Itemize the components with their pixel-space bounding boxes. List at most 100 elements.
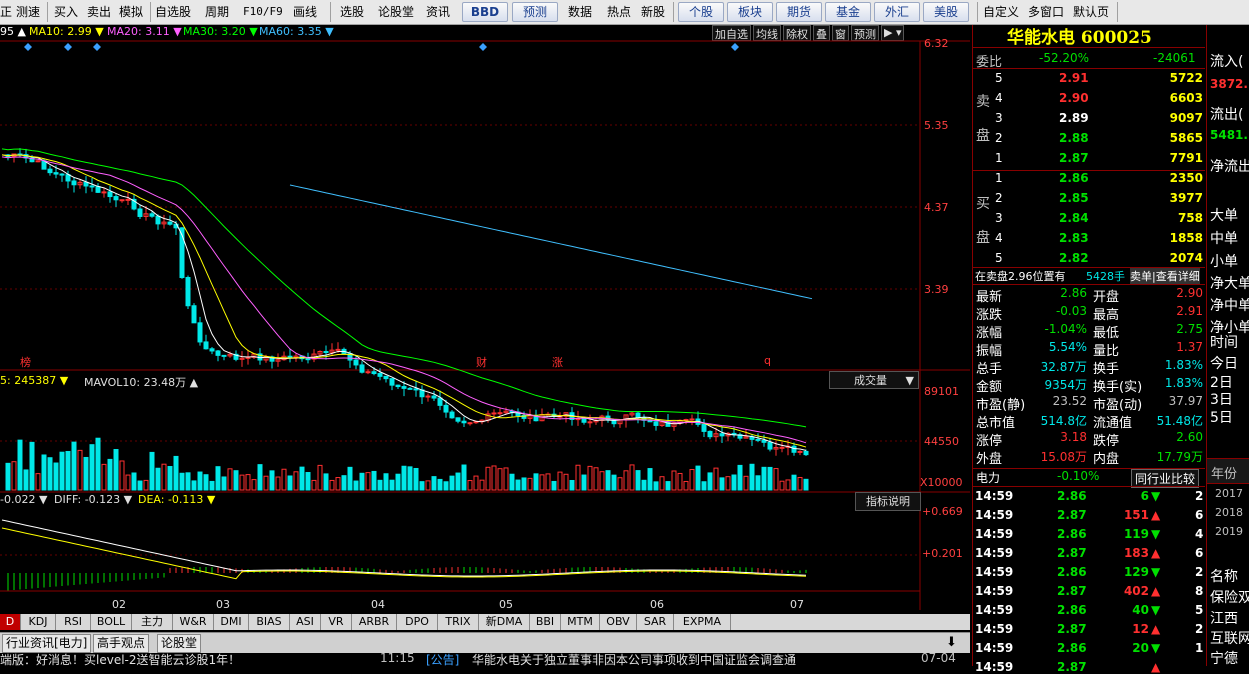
event-marker[interactable]: q [764, 354, 771, 367]
buy-price[interactable]: 2.86 [1059, 171, 1089, 185]
volume-bar [389, 479, 395, 491]
chart-canvas[interactable] [0, 25, 970, 610]
tab-indicator[interactable]: KDJ [21, 614, 56, 630]
bbd-button[interactable]: BBD [462, 2, 508, 22]
sell-price[interactable]: 2.89 [1059, 111, 1089, 125]
tab-indicator[interactable]: EXPMA [674, 614, 731, 630]
volume-bar [299, 466, 305, 491]
promo-text[interactable]: 端版：好消息！买level-2送智能云诊股1年！ [0, 653, 240, 666]
indicator-help-button[interactable]: 指标说明 [855, 492, 921, 511]
volume-bar [485, 466, 491, 491]
buy-price[interactable]: 2.83 [1059, 231, 1089, 245]
toolbar-news[interactable]: 资讯 [426, 3, 450, 21]
tick-count: 6 [1195, 546, 1204, 560]
year-item[interactable]: 2018 [1215, 506, 1243, 519]
market-button[interactable]: 外汇 [874, 2, 920, 22]
market-button[interactable]: 期货 [776, 2, 822, 22]
download-icon[interactable]: ⬇ [946, 635, 957, 650]
tab-expert-views[interactable]: 高手观点 [93, 634, 150, 653]
toolbar-item[interactable]: 测速 [16, 3, 40, 21]
kline-chart-area[interactable]: 95 ▲ MA10: 2.99 ▼ MA20: 3.11 ▼ MA30: 3.2… [0, 25, 970, 611]
toolbar-sell[interactable]: 卖出 [87, 3, 111, 21]
sell-price[interactable]: 2.91 [1059, 71, 1089, 85]
tab-indicator[interactable]: SAR [637, 614, 674, 630]
tab-indicator[interactable]: W&R [173, 614, 214, 630]
toolbar-default-page[interactable]: 默认页 [1073, 3, 1109, 21]
stat-value: 2.60 [1176, 430, 1203, 444]
sell-volume: 9097 [1169, 111, 1203, 125]
toolbar-watchlist[interactable]: 自选股 [155, 3, 191, 21]
volume-bar [791, 474, 797, 491]
sell-price[interactable]: 2.87 [1059, 151, 1089, 165]
buy-price[interactable]: 2.84 [1059, 211, 1089, 225]
sector-name-item[interactable]: 保险双 [1210, 587, 1249, 607]
toolbar-multiwindow[interactable]: 多窗口 [1028, 3, 1064, 21]
year-item[interactable]: 2019 [1215, 525, 1243, 538]
volume-bar [797, 476, 803, 491]
toolbar-data[interactable]: 数据 [568, 3, 592, 21]
toolbar-stock-picker[interactable]: 选股 [340, 3, 364, 21]
toolbar-custom[interactable]: 自定义 [983, 3, 1019, 21]
price-tick: 3.39 [924, 283, 949, 296]
toolbar-draw[interactable]: 画线 [293, 3, 317, 21]
buy-price[interactable]: 2.85 [1059, 191, 1089, 205]
event-marker[interactable]: 财 [476, 354, 487, 370]
sell-price[interactable]: 2.90 [1059, 91, 1089, 105]
market-button[interactable]: 美股 [923, 2, 969, 22]
toolbar-buy[interactable]: 买入 [54, 3, 78, 21]
toolbar-forum[interactable]: 论股堂 [378, 3, 414, 21]
toolbar-simulate[interactable]: 模拟 [119, 3, 143, 21]
forecast-button[interactable]: 预测 [512, 2, 558, 22]
tab-indicator[interactable]: DMI [214, 614, 249, 630]
tab-indicator[interactable]: OBV [600, 614, 637, 630]
year-item[interactable]: 2017 [1215, 487, 1243, 500]
news-headline[interactable]: 华能水电关于独立董事非因本公司事项收到中国证监会调查通 [472, 653, 796, 666]
news-ticker[interactable]: 端版：好消息！买level-2送智能云诊股1年！ 11:15 [公告] 华能水电… [0, 653, 970, 666]
tab-indicator[interactable]: MTM [561, 614, 600, 630]
market-button[interactable]: 板块 [727, 2, 773, 22]
tab-indicator[interactable]: ASI [290, 614, 321, 630]
volume-bar [65, 450, 71, 491]
tab-indicator[interactable]: BBI [530, 614, 561, 630]
sector-name-item[interactable]: 江西 [1210, 608, 1238, 628]
sector-name-item[interactable]: 互联网 [1210, 628, 1249, 648]
sector-name-item[interactable]: 宁德 [1210, 648, 1238, 668]
tab-forum[interactable]: 论股堂 [157, 634, 202, 653]
volume-dropdown[interactable]: 成交量 ▼ [829, 371, 919, 389]
tab-indicator[interactable]: BIAS [249, 614, 290, 630]
buy-level: 5 [995, 251, 1003, 265]
tick-price: 2.87 [1057, 584, 1087, 598]
fund-flow-item: 净流出 [1210, 159, 1249, 175]
toolbar-hot[interactable]: 热点 [607, 3, 631, 21]
stat-label: 量比 [1093, 344, 1120, 359]
market-button[interactable]: 基金 [825, 2, 871, 22]
tick-time: 14:59 [975, 622, 1014, 636]
toolbar-f10[interactable]: F10/F9 [243, 3, 283, 21]
tick-count: 6 [1195, 508, 1204, 522]
tab-indicator[interactable]: 主力 [132, 614, 173, 630]
tab-indicator[interactable]: RSI [56, 614, 91, 630]
tab-indicator[interactable]: D [0, 614, 21, 630]
volume-bar [683, 480, 689, 491]
sell-price[interactable]: 2.88 [1059, 131, 1089, 145]
tab-indicator[interactable]: TRIX [438, 614, 479, 630]
tab-indicator[interactable]: ARBR [352, 614, 397, 630]
event-marker[interactable]: 榜 [20, 354, 31, 370]
tab-indicator[interactable]: DPO [397, 614, 438, 630]
order-queue-row[interactable]: 在卖盘2.96位置有 5428手 卖单|查看详细 [973, 268, 1205, 284]
volume-bar [215, 466, 221, 491]
toolbar-item[interactable]: 正 [0, 3, 12, 21]
tab-indicator[interactable]: BOLL [91, 614, 132, 630]
volume-bar [725, 476, 731, 491]
tab-indicator[interactable]: VR [321, 614, 352, 630]
tab-industry-news[interactable]: 行业资讯[电力] [2, 634, 92, 653]
toolbar-ipo[interactable]: 新股 [641, 3, 665, 21]
event-marker[interactable]: 涨 [552, 354, 563, 370]
toolbar-period[interactable]: 周期 [205, 3, 229, 21]
volume-bar [353, 480, 359, 491]
buy-price[interactable]: 2.82 [1059, 251, 1089, 265]
market-button[interactable]: 个股 [678, 2, 724, 22]
stat-value: 17.79万 [1156, 450, 1203, 464]
tab-indicator[interactable]: 新DMA [479, 614, 530, 630]
queue-detail-link[interactable]: 卖单|查看详细 [1130, 268, 1200, 284]
